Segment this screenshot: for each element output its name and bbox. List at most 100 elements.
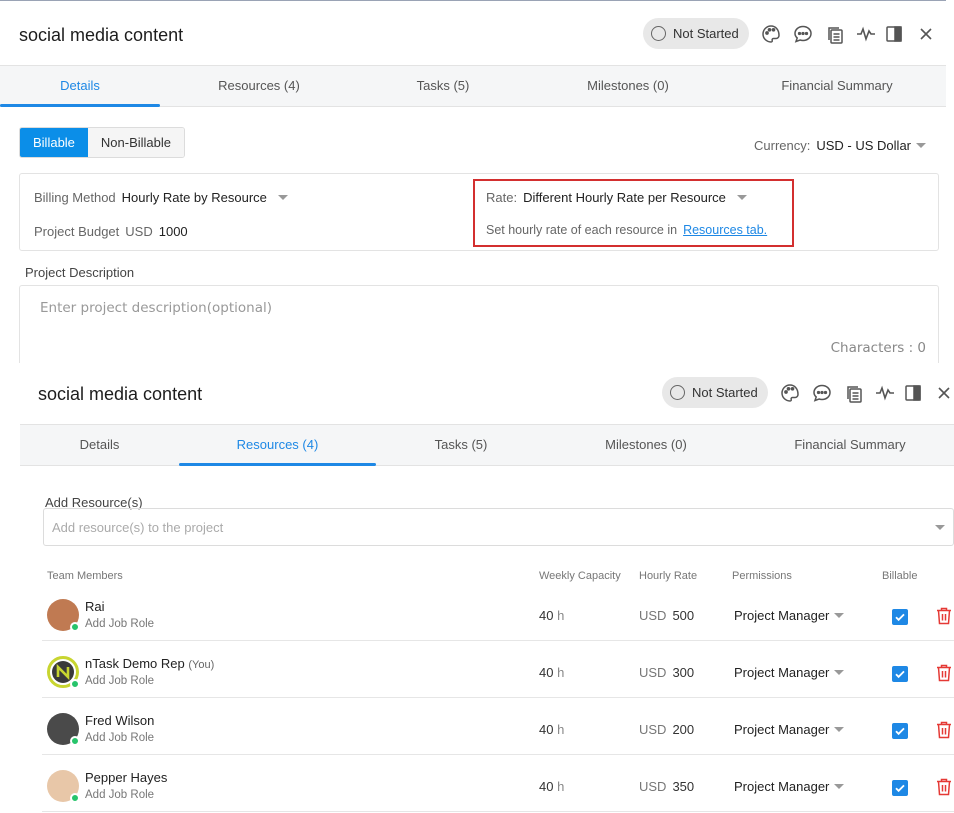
hourly-rate-input[interactable]: USD 200 [639,722,694,737]
activity-icon[interactable] [856,24,876,44]
comment-icon[interactable] [793,24,813,44]
billing-method-row[interactable]: Billing Method Hourly Rate by Resource [34,190,288,205]
characters-count: Characters : 0 [830,340,926,356]
trash-icon[interactable] [935,606,953,626]
tab-details[interactable]: Details [0,66,160,107]
permission-select[interactable]: Project Manager [734,779,845,794]
weekly-capacity-input[interactable]: 40 h [539,608,564,623]
tab-details[interactable]: Details [20,425,179,465]
tab-milestones[interactable]: Milestones (0) [546,425,746,465]
rate-currency: USD [639,779,667,794]
column-header-permissions: Permissions [732,570,792,582]
tab-tasks[interactable]: Tasks (5) [358,66,528,106]
palette-icon[interactable] [761,24,781,44]
add-job-role-link[interactable]: Add Job Role [85,732,154,744]
description-input[interactable]: Enter project description(optional) Char… [19,285,939,363]
add-resource-input[interactable]: Add resource(s) to the project [43,508,954,546]
description-label: Project Description [25,265,135,280]
billing-method-value: Hourly Rate by Resource [121,190,267,205]
palette-icon[interactable] [780,383,800,403]
side-panel-icon[interactable] [903,383,923,403]
table-row: nTask Demo Rep (You) Add Job Role 40 h USD 3… [42,641,954,698]
status-button[interactable]: Not Started [662,377,768,408]
capacity-value: 40 [539,779,554,794]
table-row: Pepper Hayes Add Job Role 40 h USD 350 Proje… [42,755,954,812]
weekly-capacity-input[interactable]: 40 h [539,779,564,794]
copy-icon[interactable] [825,25,845,45]
status-circle-icon [670,385,685,400]
chevron-down-icon [834,670,845,675]
project-budget-value: 1000 [158,224,188,239]
member-name-text: nTask Demo Rep [85,656,185,671]
billing-toggle: Billable Non-Billable [19,127,186,158]
tab-tasks[interactable]: Tasks (5) [376,425,546,465]
member-name-text: Fred Wilson [85,713,155,728]
copy-icon[interactable] [844,384,864,404]
online-status-icon [70,679,80,689]
column-header-billable: Billable [882,570,918,582]
trash-icon[interactable] [935,777,953,797]
billable-checkbox[interactable] [892,666,908,682]
capacity-unit: h [557,779,565,794]
billing-method-label: Billing Method [34,190,116,205]
capacity-value: 40 [539,608,554,623]
billable-checkbox[interactable] [892,609,908,625]
trash-icon[interactable] [935,720,953,740]
chevron-down-icon [277,195,288,200]
permission-value: Project Manager [734,608,830,623]
check-icon [895,670,905,679]
resources-panel: social media content Not Started Details… [20,365,954,813]
column-header-weekly-capacity: Weekly Capacity [539,570,621,582]
member-name: Pepper Hayes [85,770,167,785]
tab-milestones[interactable]: Milestones (0) [528,66,728,106]
project-tabs: Details Resources (4) Tasks (5) Mileston… [0,65,946,107]
table-row: Fred Wilson Add Job Role 40 h USD 200 Projec… [42,698,954,755]
chevron-down-icon [834,727,845,732]
tab-financial-summary[interactable]: Financial Summary [746,425,954,465]
hourly-rate-input[interactable]: USD 350 [639,779,694,794]
rate-value: 200 [672,722,695,737]
weekly-capacity-input[interactable]: 40 h [539,665,564,680]
tab-financial-summary[interactable]: Financial Summary [728,66,946,106]
status-button[interactable]: Not Started [643,18,749,49]
comment-icon[interactable] [812,383,832,403]
currency-select[interactable]: Currency: USD - US Dollar [754,138,926,153]
trash-icon[interactable] [935,663,953,683]
permission-select[interactable]: Project Manager [734,722,845,737]
close-icon[interactable] [916,24,936,44]
add-job-role-link[interactable]: Add Job Role [85,789,154,801]
status-label: Not Started [692,385,758,400]
add-job-role-link[interactable]: Add Job Role [85,675,154,687]
hourly-rate-input[interactable]: USD 300 [639,665,694,680]
column-header-hourly-rate: Hourly Rate [639,570,698,582]
tab-resources[interactable]: Resources (4) [160,66,358,106]
side-panel-icon[interactable] [884,24,904,44]
billable-checkbox[interactable] [892,780,908,796]
add-job-role-link[interactable]: Add Job Role [85,618,154,630]
billable-checkbox[interactable] [892,723,908,739]
currency-value: USD - US Dollar [816,138,911,153]
currency-label: Currency: [754,138,811,153]
activity-icon[interactable] [875,383,895,403]
status-label: Not Started [673,26,739,41]
billable-button[interactable]: Billable [20,128,88,157]
rate-value: 500 [672,608,695,623]
description-placeholder: Enter project description(optional) [40,300,272,316]
chevron-down-icon [916,143,926,148]
capacity-unit: h [557,608,565,623]
permission-value: Project Manager [734,665,830,680]
permission-select[interactable]: Project Manager [734,608,845,623]
weekly-capacity-input[interactable]: 40 h [539,722,564,737]
hourly-rate-input[interactable]: USD 500 [639,608,694,623]
tab-resources[interactable]: Resources (4) [179,425,376,466]
permission-select[interactable]: Project Manager [734,665,845,680]
chevron-down-icon [935,525,945,530]
member-name-text: Rai [85,599,105,614]
non-billable-button[interactable]: Non-Billable [87,128,185,157]
member-name: nTask Demo Rep (You) [85,656,214,671]
rate-currency: USD [639,608,667,623]
capacity-value: 40 [539,665,554,680]
project-budget-row[interactable]: Project Budget USD 1000 [34,224,188,239]
close-icon[interactable] [934,383,954,403]
project-budget-label: Project Budget [34,224,120,239]
